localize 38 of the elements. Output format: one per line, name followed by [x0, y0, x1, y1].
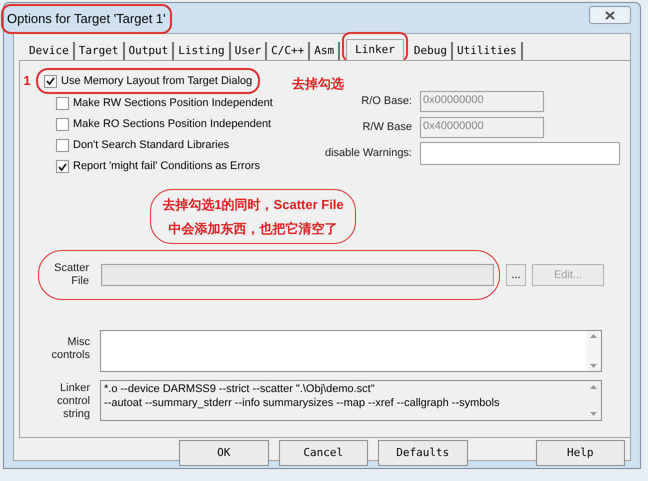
- checkbox-label: Report 'might fail' Conditions as Errors: [73, 159, 260, 174]
- checkbox-label: Make RW Sections Position Independent: [73, 96, 273, 112]
- dialog-button[interactable]: OK: [179, 440, 268, 466]
- code-line: --autoat --summary_stderr --info summarysizes --map --xref --callgraph --symbols: [104, 396, 500, 410]
- checkbox[interactable]: [44, 74, 57, 88]
- field-label: R/O Base:: [361, 94, 412, 110]
- dialog-button[interactable]: Help: [536, 440, 625, 466]
- field-label: disable Warnings:: [324, 146, 412, 162]
- checkbox-label: Make RO Sections Position Independent: [73, 117, 272, 132]
- dialog-button[interactable]: Cancel: [278, 440, 368, 466]
- annotation-callout: 去掉勾选1的同时，Scatter File 中会添加东西，也把它清空了: [150, 189, 356, 244]
- code-line: *.o --device DARMSS9 --strict --scatter ".\Obj\demo.sct": [104, 382, 376, 396]
- checkmark-icon: [58, 162, 67, 170]
- checkmark-icon: [46, 77, 55, 85]
- annotation-number: 1: [22, 72, 32, 90]
- checkbox[interactable]: [56, 97, 69, 110]
- checkbox[interactable]: [56, 118, 69, 131]
- scroll-down-icon[interactable]: [590, 364, 597, 368]
- checkbox[interactable]: [56, 139, 69, 152]
- close-button[interactable]: [589, 6, 631, 24]
- tab[interactable]: Linker: [346, 38, 404, 61]
- window-title: Options for Target 'Target 1': [7, 11, 166, 26]
- close-icon: [605, 10, 615, 20]
- field-label: R/W Base: [362, 120, 412, 136]
- input-field[interactable]: [420, 142, 620, 165]
- scroll-down-icon[interactable]: [590, 412, 597, 416]
- scrollbar[interactable]: [586, 331, 601, 371]
- scroll-up-icon[interactable]: [590, 385, 597, 389]
- field-label: Linker control string: [56, 381, 90, 421]
- checkbox-label: Use Memory Layout from Target Dialog: [61, 74, 252, 89]
- field-label: Misc controls: [50, 335, 90, 362]
- dialog-button[interactable]: Defaults: [378, 440, 468, 466]
- field-label: Scatter File: [53, 262, 90, 288]
- scroll-up-icon[interactable]: [590, 334, 597, 338]
- checkbox-label: Don't Search Standard Libraries: [73, 138, 230, 154]
- checkbox[interactable]: [56, 160, 69, 173]
- annotation-note: 去掉勾选: [292, 75, 344, 94]
- misc-controls-field[interactable]: [100, 330, 602, 372]
